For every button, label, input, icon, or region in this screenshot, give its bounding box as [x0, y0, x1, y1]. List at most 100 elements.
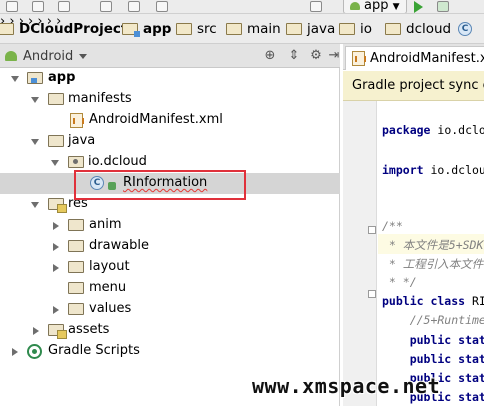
collapse-arrow-icon[interactable] — [12, 348, 18, 356]
collapse-arrow-icon[interactable] — [53, 264, 59, 272]
chevron-down-icon — [79, 53, 88, 59]
xml-file-icon — [70, 113, 84, 128]
tree-item-label: app — [48, 70, 76, 85]
fold-marker-icon[interactable] — [368, 226, 376, 234]
code-keyword: public class — [382, 294, 466, 308]
breadcrumb-label: app — [143, 21, 172, 37]
tree-item-anim[interactable]: anim — [0, 215, 340, 236]
breadcrumb-label: src — [197, 21, 217, 37]
tree-item-label: manifests — [68, 91, 132, 106]
tab-label: AndroidManifest.xml — [370, 51, 484, 66]
collapse-arrow-icon[interactable] — [33, 327, 39, 335]
run-config-label: app — [364, 0, 389, 13]
highlight-annotation-box — [74, 170, 246, 200]
code-text: io.dcloud — [430, 163, 484, 177]
tree-item-label: drawable — [89, 238, 150, 253]
code-line: public stati — [382, 333, 484, 347]
tree-item-gradle-scripts[interactable]: Gradle Scripts — [0, 341, 340, 362]
gear-icon[interactable]: ⚙ — [308, 48, 324, 64]
gradle-sync-notice: Gradle project sync co — [343, 71, 484, 101]
folder-icon — [68, 303, 84, 315]
module-folder-icon — [122, 23, 140, 37]
run-icon[interactable] — [414, 1, 423, 13]
expand-arrow-icon[interactable] — [31, 139, 39, 145]
folder-icon — [226, 23, 242, 35]
code-keyword: package — [382, 123, 431, 137]
expand-arrow-icon[interactable] — [11, 76, 19, 82]
code-text: RI — [465, 294, 484, 308]
tree-item-manifest-file[interactable]: AndroidManifest.xml — [0, 110, 340, 131]
tree-item-label: io.dcloud — [88, 154, 147, 169]
class-icon: C — [458, 22, 472, 36]
breadcrumb-item-app[interactable]: app — [122, 20, 171, 38]
code-keyword: import — [382, 163, 424, 177]
android-icon — [350, 1, 360, 10]
editor-tab-bar: AndroidManifest.xml — [343, 44, 484, 70]
code-line: public stati — [382, 352, 484, 366]
copy-icon[interactable] — [32, 1, 44, 12]
folder-icon — [385, 23, 401, 35]
tree-item-label: values — [89, 301, 132, 316]
forward-icon[interactable] — [156, 1, 168, 12]
code-text: io.dclou — [437, 123, 484, 137]
breadcrumb-item-project[interactable]: DCloudProject2 — [0, 20, 137, 38]
code-line: public class RI — [382, 294, 484, 308]
expand-arrow-icon[interactable] — [31, 202, 39, 208]
breadcrumb-item-main[interactable]: main — [226, 20, 281, 38]
code-comment: * 工程引入本文件 — [382, 257, 484, 271]
tree-item-layout[interactable]: layout — [0, 257, 340, 278]
project-panel-header: Android ⊕ ⇕ ⚙ ⇥ — [0, 44, 340, 68]
expand-arrow-icon[interactable] — [51, 160, 59, 166]
folder-icon — [68, 219, 84, 231]
scissors-icon[interactable] — [6, 1, 18, 12]
breadcrumb-label: dcloud — [406, 21, 452, 37]
run-config-select[interactable]: app ▼ — [343, 0, 407, 13]
tree-item-label: assets — [68, 322, 110, 337]
breadcrumb-item-src[interactable]: src — [176, 20, 217, 38]
breadcrumb-label: main — [247, 21, 281, 37]
resource-folder-icon — [48, 198, 67, 213]
package-icon — [68, 156, 84, 168]
back-icon[interactable] — [128, 1, 140, 12]
tree-item-label: Gradle Scripts — [48, 343, 140, 358]
tree-item-java[interactable]: java — [0, 131, 340, 152]
code-editor[interactable]: package io.dclou import io.dcloud /** * … — [378, 101, 484, 406]
collapse-icon[interactable]: ⇕ — [286, 48, 302, 64]
tree-item-drawable[interactable]: drawable — [0, 236, 340, 257]
tree-item-label: java — [68, 133, 96, 148]
paste-icon[interactable] — [58, 1, 70, 12]
collapse-arrow-icon[interactable] — [53, 222, 59, 230]
hide-panel-icon[interactable]: ⇥ — [326, 48, 342, 64]
expand-arrow-icon[interactable] — [31, 97, 39, 103]
main-toolbar: app ▼ — [0, 0, 484, 14]
breadcrumb-label: io — [360, 21, 373, 37]
breadcrumb-item-io[interactable]: io — [339, 20, 372, 38]
debug-icon[interactable] — [437, 1, 449, 12]
tree-item-app[interactable]: app — [0, 68, 340, 89]
code-comment: * */ — [382, 275, 417, 289]
tree-item-values[interactable]: values — [0, 299, 340, 320]
code-comment: //5+Runtime ~ — [409, 313, 484, 327]
breadcrumb-item-java[interactable]: java — [286, 20, 335, 38]
tree-item-manifests[interactable]: manifests — [0, 89, 340, 110]
fold-marker-icon[interactable] — [368, 290, 376, 298]
tab-android-manifest[interactable]: AndroidManifest.xml — [345, 46, 484, 70]
hammer-icon[interactable] — [310, 1, 322, 12]
breadcrumb-item-dcloud[interactable]: dcloud — [385, 20, 451, 38]
sync-icon[interactable]: ⊕ — [262, 48, 278, 64]
folder-icon — [68, 282, 84, 294]
code-line: package io.dclou — [382, 123, 484, 137]
tree-item-menu[interactable]: menu — [0, 278, 340, 299]
breadcrumb-item-class[interactable]: C — [458, 20, 472, 38]
folder-icon — [68, 261, 84, 273]
tree-item-assets[interactable]: assets — [0, 320, 340, 341]
search-icon[interactable] — [100, 1, 112, 12]
folder-icon — [68, 240, 84, 252]
tree-item-label: layout — [89, 259, 130, 274]
code-comment: /** — [382, 219, 403, 233]
project-folder-icon — [0, 23, 14, 35]
collapse-arrow-icon[interactable] — [53, 306, 59, 314]
project-view-select[interactable]: Android — [5, 47, 88, 65]
gradle-icon — [27, 344, 42, 359]
collapse-arrow-icon[interactable] — [53, 243, 59, 251]
